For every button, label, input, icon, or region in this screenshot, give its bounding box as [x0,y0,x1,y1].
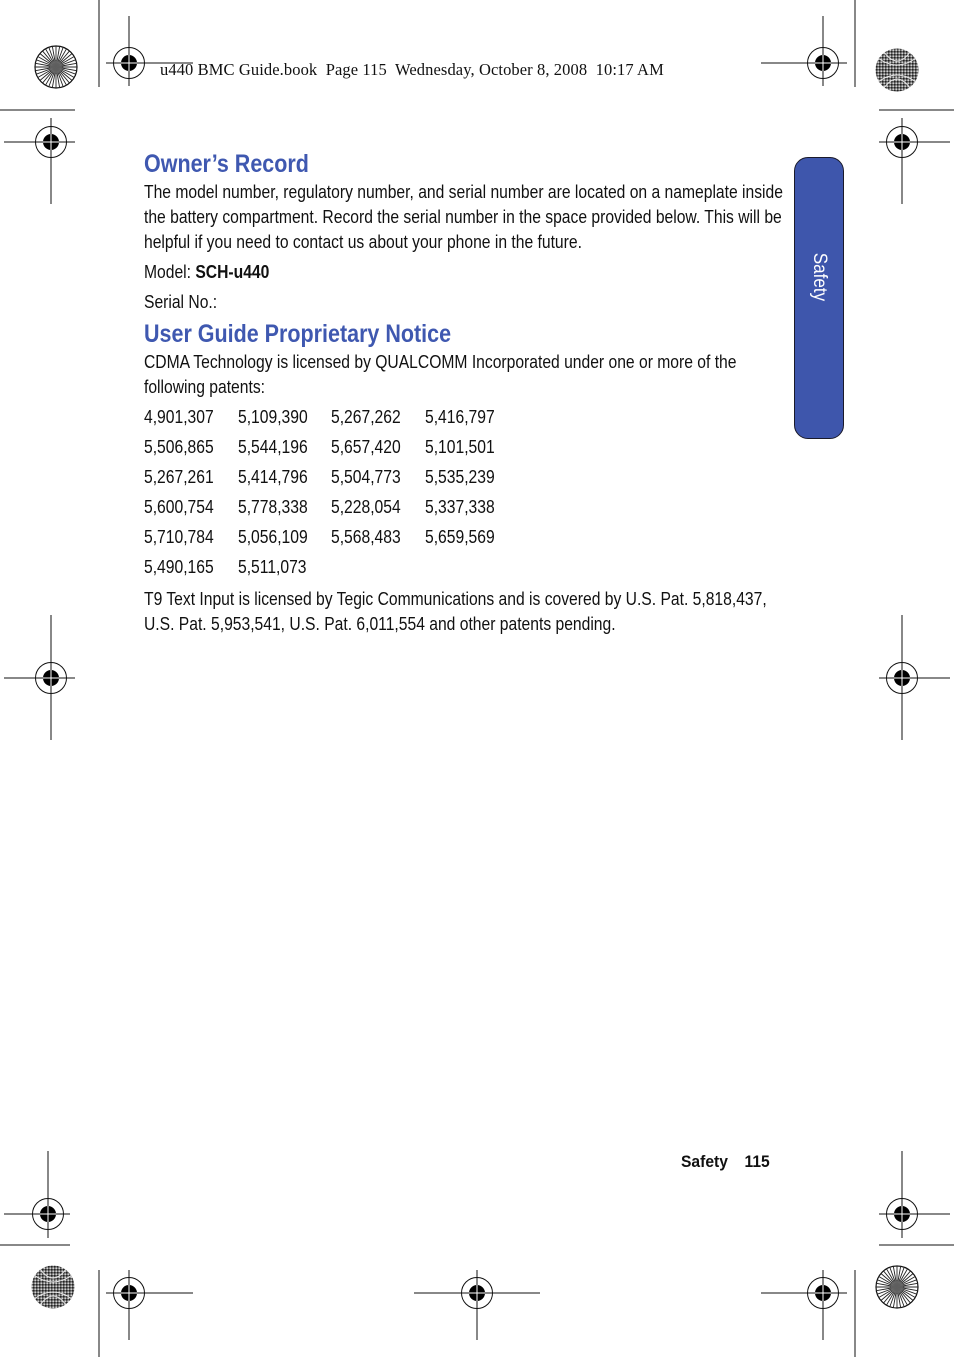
registration-target-icon [879,1151,950,1238]
patent-number: 5,267,262 [331,407,401,427]
patent-number: 5,659,569 [424,527,495,547]
registration-target-icon [879,118,950,204]
patent-row: 5,506,865 5,544,196 5,657,420 5,101,501 [144,435,784,465]
patent-list: 4,901,307 5,109,390 5,267,262 5,416,797 5,50… [144,405,784,585]
model-line: Model: SCH-u440 [144,260,701,285]
patent-row: 5,267,261 5,414,796 5,504,773 5,535,239 [144,465,784,495]
section-tab-label: Safety [809,252,830,302]
proprietary-notice-heading: User Guide Proprietary Notice [144,320,452,348]
patent-number: 5,228,054 [331,497,401,517]
patent-number: 5,778,338 [237,497,308,517]
patent-number: 5,504,773 [331,467,401,487]
moire-circle-icon [875,48,919,92]
patent-row: 5,490,165 5,511,073 [144,555,784,585]
document-page: u440 BMC Guide.book Page 115 Wednesday, … [0,0,954,1357]
patent-row: 5,710,784 5,056,109 5,568,483 5,659,569 [144,525,784,555]
registration-target-icon [4,118,75,204]
patent-number: 5,267,261 [144,467,214,487]
owners-record-body: The model number, regulatory number, and… [144,182,783,252]
patent-number: 5,337,338 [424,497,495,517]
registration-target-icon [4,615,75,740]
registration-target-icon [4,1151,70,1238]
patent-number: 5,657,420 [331,437,401,457]
owners-record-heading: Owner’s Record [144,150,309,178]
patent-number: 5,414,796 [237,467,308,487]
t9-notice: T9 Text Input is licensed by Tegic Commu… [144,589,767,634]
patent-number: 5,109,390 [237,407,308,427]
page-number: 115 [744,1152,770,1171]
patent-number: 5,416,797 [424,407,495,427]
patent-number: 5,506,865 [144,437,214,457]
proprietary-notice-section: User Guide Proprietary Notice CDMA Techn… [144,318,784,637]
patent-number: 4,901,307 [144,407,214,427]
book-slug-line: u440 BMC Guide.book Page 115 Wednesday, … [160,60,664,79]
patent-row: 5,600,754 5,778,338 5,228,054 5,337,338 [144,495,784,525]
starburst-icon [875,1265,919,1309]
registration-target-icon [414,1270,540,1340]
patent-number: 5,710,784 [144,527,214,547]
patent-number: 5,101,501 [424,437,495,457]
patent-number: 5,544,196 [237,437,308,457]
model-value: SCH-u440 [195,262,270,282]
starburst-icon [34,45,78,89]
section-tab: Safety [794,157,844,439]
proprietary-notice-intro: CDMA Technology is licensed by QUALCOMM … [144,352,737,397]
page-footer: Safety 115 [681,1152,770,1172]
footer-section-name: Safety [681,1152,728,1171]
patent-number: 5,490,165 [144,557,214,577]
patent-number: 5,535,239 [424,467,495,487]
patent-row: 4,901,307 5,109,390 5,267,262 5,416,797 [144,405,784,435]
moire-circle-icon [31,1265,75,1309]
serial-line: Serial No.: [144,292,218,312]
patent-number: 5,056,109 [237,527,308,547]
patent-number: 5,511,073 [237,557,307,577]
patent-number: 5,600,754 [144,497,214,517]
registration-target-icon [761,16,847,86]
registration-target-icon [879,615,950,740]
owners-record-section: Owner’s Record The model number, regulat… [144,148,784,315]
registration-target-icon [106,1270,193,1340]
patent-number: 5,568,483 [331,527,401,547]
model-label: Model: [144,262,196,282]
registration-target-icon [761,1270,847,1340]
main-content: Owner’s Record The model number, regulat… [144,148,784,637]
